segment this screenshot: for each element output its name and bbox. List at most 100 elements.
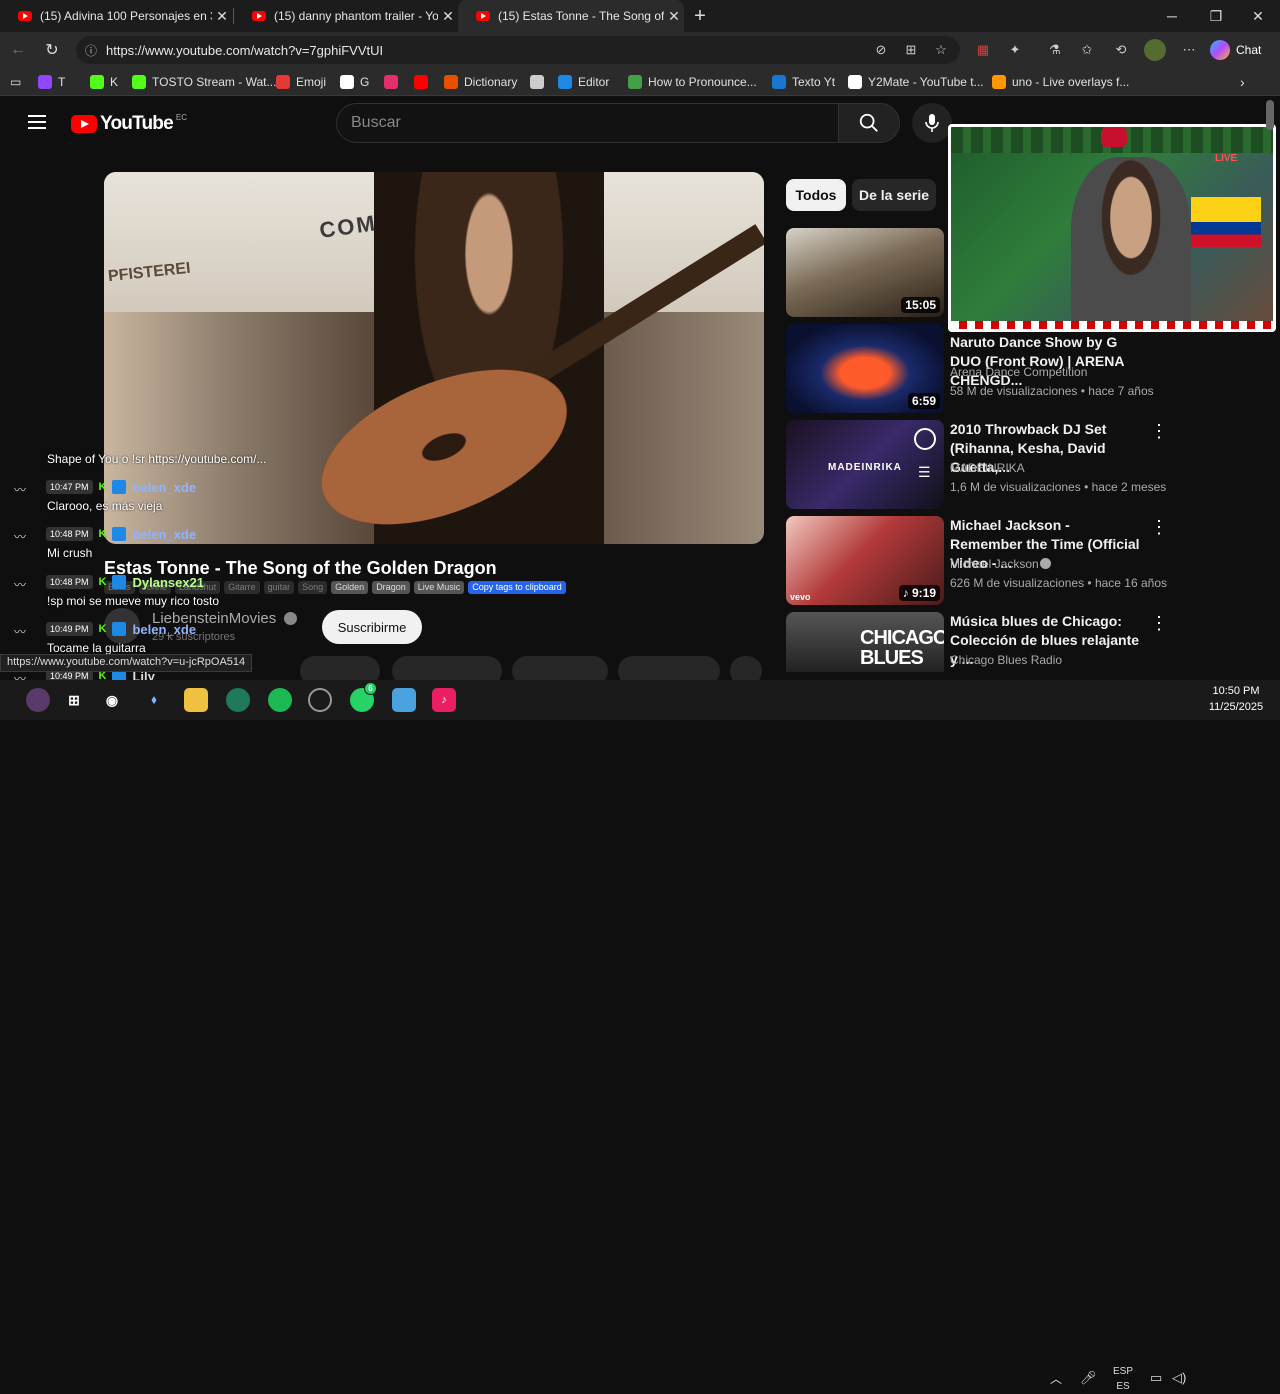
tiktok-icon[interactable]: ♪ [432,688,456,712]
bookmark-item[interactable]: K [90,74,118,90]
search-taskbar-icon[interactable]: ◉ [100,688,124,712]
video-thumbnail[interactable]: MADEINRIKA ☰ [786,420,944,509]
more-options-icon[interactable]: ⋮ [1150,518,1168,536]
close-tab-icon[interactable]: ✕ [438,8,458,25]
video-thumbnail[interactable]: CHICAGO BLUES [786,612,944,672]
copy-tags-button[interactable]: Copy tags to clipboard [468,581,566,594]
bookmark-label: Texto Yt [792,75,836,89]
file-explorer-icon[interactable] [184,688,208,712]
video-thumbnail[interactable]: 15:05 [786,228,944,317]
new-tab-button[interactable]: + [686,0,714,32]
bookmark-item[interactable]: How to Pronounce... [628,74,757,90]
bookmark-item[interactable] [530,74,550,90]
bookmark-item[interactable]: G [340,74,369,90]
bookmark-item[interactable]: Y2Mate - YouTube t... [848,74,984,90]
profile-avatar[interactable] [1144,39,1166,61]
more-menu-icon[interactable]: ⋯ [1180,42,1198,58]
related-video-channel[interactable]: MADEINRIKA [950,461,1025,475]
bookmark-item[interactable]: uno - Live overlays f... [992,74,1129,90]
back-icon[interactable]: ← [6,38,30,62]
maximize-button[interactable]: ❐ [1194,0,1238,32]
video-tag[interactable]: Golden [331,581,369,594]
bookmark-item[interactable] [384,74,404,90]
browser-tab[interactable]: (15) danny phantom trailer - YouT ✕ [234,0,458,32]
tray-chevron-up-icon[interactable]: ︿ [1050,1372,1062,1387]
volume-icon[interactable]: ◁) [1172,1370,1186,1385]
avatar-icon[interactable] [26,688,50,712]
related-video-channel[interactable]: Arena Dance Competition [950,365,1087,379]
vevo-logo: vevo [790,592,811,602]
close-tab-icon[interactable]: ✕ [212,8,232,25]
streamer-webcam: LIVE [948,124,1276,332]
bookmark-item[interactable]: Texto Yt [772,74,835,90]
minimize-button[interactable]: ─ [1150,0,1194,32]
bookmark-item[interactable]: Editor [558,74,609,90]
clock-icon[interactable] [914,428,936,450]
tracking-icon[interactable]: ⊘ [872,42,890,58]
address-bar[interactable]: ⓘ https://www.youtube.com/watch?v=7gphiF… [76,36,960,64]
browser-tab-active[interactable]: (15) Estas Tonne - The Song of the ✕ [458,0,684,32]
video-player[interactable]: COMMERZB PFISTEREI [104,172,764,544]
bookmark-item[interactable] [414,74,434,90]
related-video-channel[interactable]: Michael Jackson [950,557,1039,571]
obs-icon[interactable] [308,688,332,712]
video-tag[interactable]: Live Music [413,581,465,594]
notepad-icon[interactable] [392,688,416,712]
menu-icon[interactable] [28,115,46,129]
chat-message: Shape of You o !sr https://youtube.com/.… [47,452,267,466]
system-clock[interactable]: 10:50 PM 11/25/2025 [1196,683,1276,715]
subscribe-button[interactable]: Suscribirme [322,610,422,644]
chevron-right-icon[interactable]: › [1240,74,1245,90]
reload-icon[interactable]: ↻ [40,38,64,62]
duration-text: 9:19 [911,586,936,600]
edge-browser-icon[interactable] [226,688,250,712]
chip-de-la-serie[interactable]: De la serie [852,179,936,211]
chip-todos[interactable]: Todos [786,179,846,211]
scrollbar-thumb[interactable] [1266,100,1274,130]
extensions-puzzle-icon[interactable]: ✦ [1006,42,1024,58]
close-window-button[interactable]: ✕ [1236,0,1280,32]
close-tab-icon[interactable]: ✕ [664,8,684,25]
editor-icon [558,75,572,89]
favorites-icon[interactable]: ✩ [1078,42,1096,58]
split-screen-icon[interactable]: ⚗ [1046,42,1064,58]
related-video-title[interactable]: Naruto Dance Show by G DUO (Front Row) |… [950,333,1145,390]
bookmarks-bar: ▭ T K TOSTO Stream - Wat... Emoji G Dictionar… [0,68,1280,96]
bookmark-item[interactable]: TOSTO Stream - Wat... [132,74,276,90]
queue-icon[interactable]: ☰ [918,464,931,481]
app-icon[interactable]: ⬧ [142,688,166,712]
video-tag[interactable]: Dragon [372,581,410,594]
apps-icon[interactable]: ⊞ [902,42,920,58]
voice-search-button[interactable] [912,103,952,143]
bookmarks-toggle-icon[interactable]: ▭ [10,74,21,90]
start-icon[interactable]: ⊞ [62,688,86,712]
search-input[interactable]: Buscar [336,103,838,143]
network-icon[interactable]: ▭ [1150,1370,1162,1385]
site-info-icon[interactable]: ⓘ [76,42,106,59]
video-tag[interactable]: Gitarre [224,581,260,594]
more-options-icon[interactable]: ⋮ [1150,614,1168,632]
video-tag[interactable]: Song [298,581,328,594]
browser-tab-strip: (15) Adivina 100 Personajes en 3 S ✕ (15… [0,0,1280,32]
microphone-tray-icon[interactable]: 🎤︎ [1080,1370,1097,1385]
youtube-logo[interactable]: YouTube EC [71,113,187,135]
more-options-icon[interactable]: ⋮ [1150,422,1168,440]
favorite-star-icon[interactable]: ☆ [932,42,950,58]
bookmark-item[interactable]: Dictionary [444,74,517,90]
page-scrollbar[interactable] [1266,100,1274,670]
video-thumbnail[interactable]: vevo ♪ 9:19 [786,516,944,605]
related-video-channel[interactable]: Chicago Blues Radio [950,653,1062,667]
video-thumbnail[interactable]: 6:59 [786,324,944,413]
search-button[interactable] [838,103,900,143]
whatsapp-icon[interactable]: 6 [350,682,377,712]
extension-icon[interactable]: ▦ [974,42,992,58]
bookmark-item[interactable]: T [38,74,65,90]
copilot-chat-button[interactable]: Chat [1210,38,1261,62]
browser-tab[interactable]: (15) Adivina 100 Personajes en 3 S ✕ [0,0,232,32]
spotify-icon[interactable] [268,688,292,712]
history-icon[interactable]: ⟲ [1112,42,1130,58]
language-indicator[interactable]: ESP ES [1110,1364,1136,1394]
video-tag[interactable]: guitar [263,581,295,594]
bookmark-item[interactable]: Emoji [276,74,326,90]
chat-username: belen_xde [132,526,197,542]
